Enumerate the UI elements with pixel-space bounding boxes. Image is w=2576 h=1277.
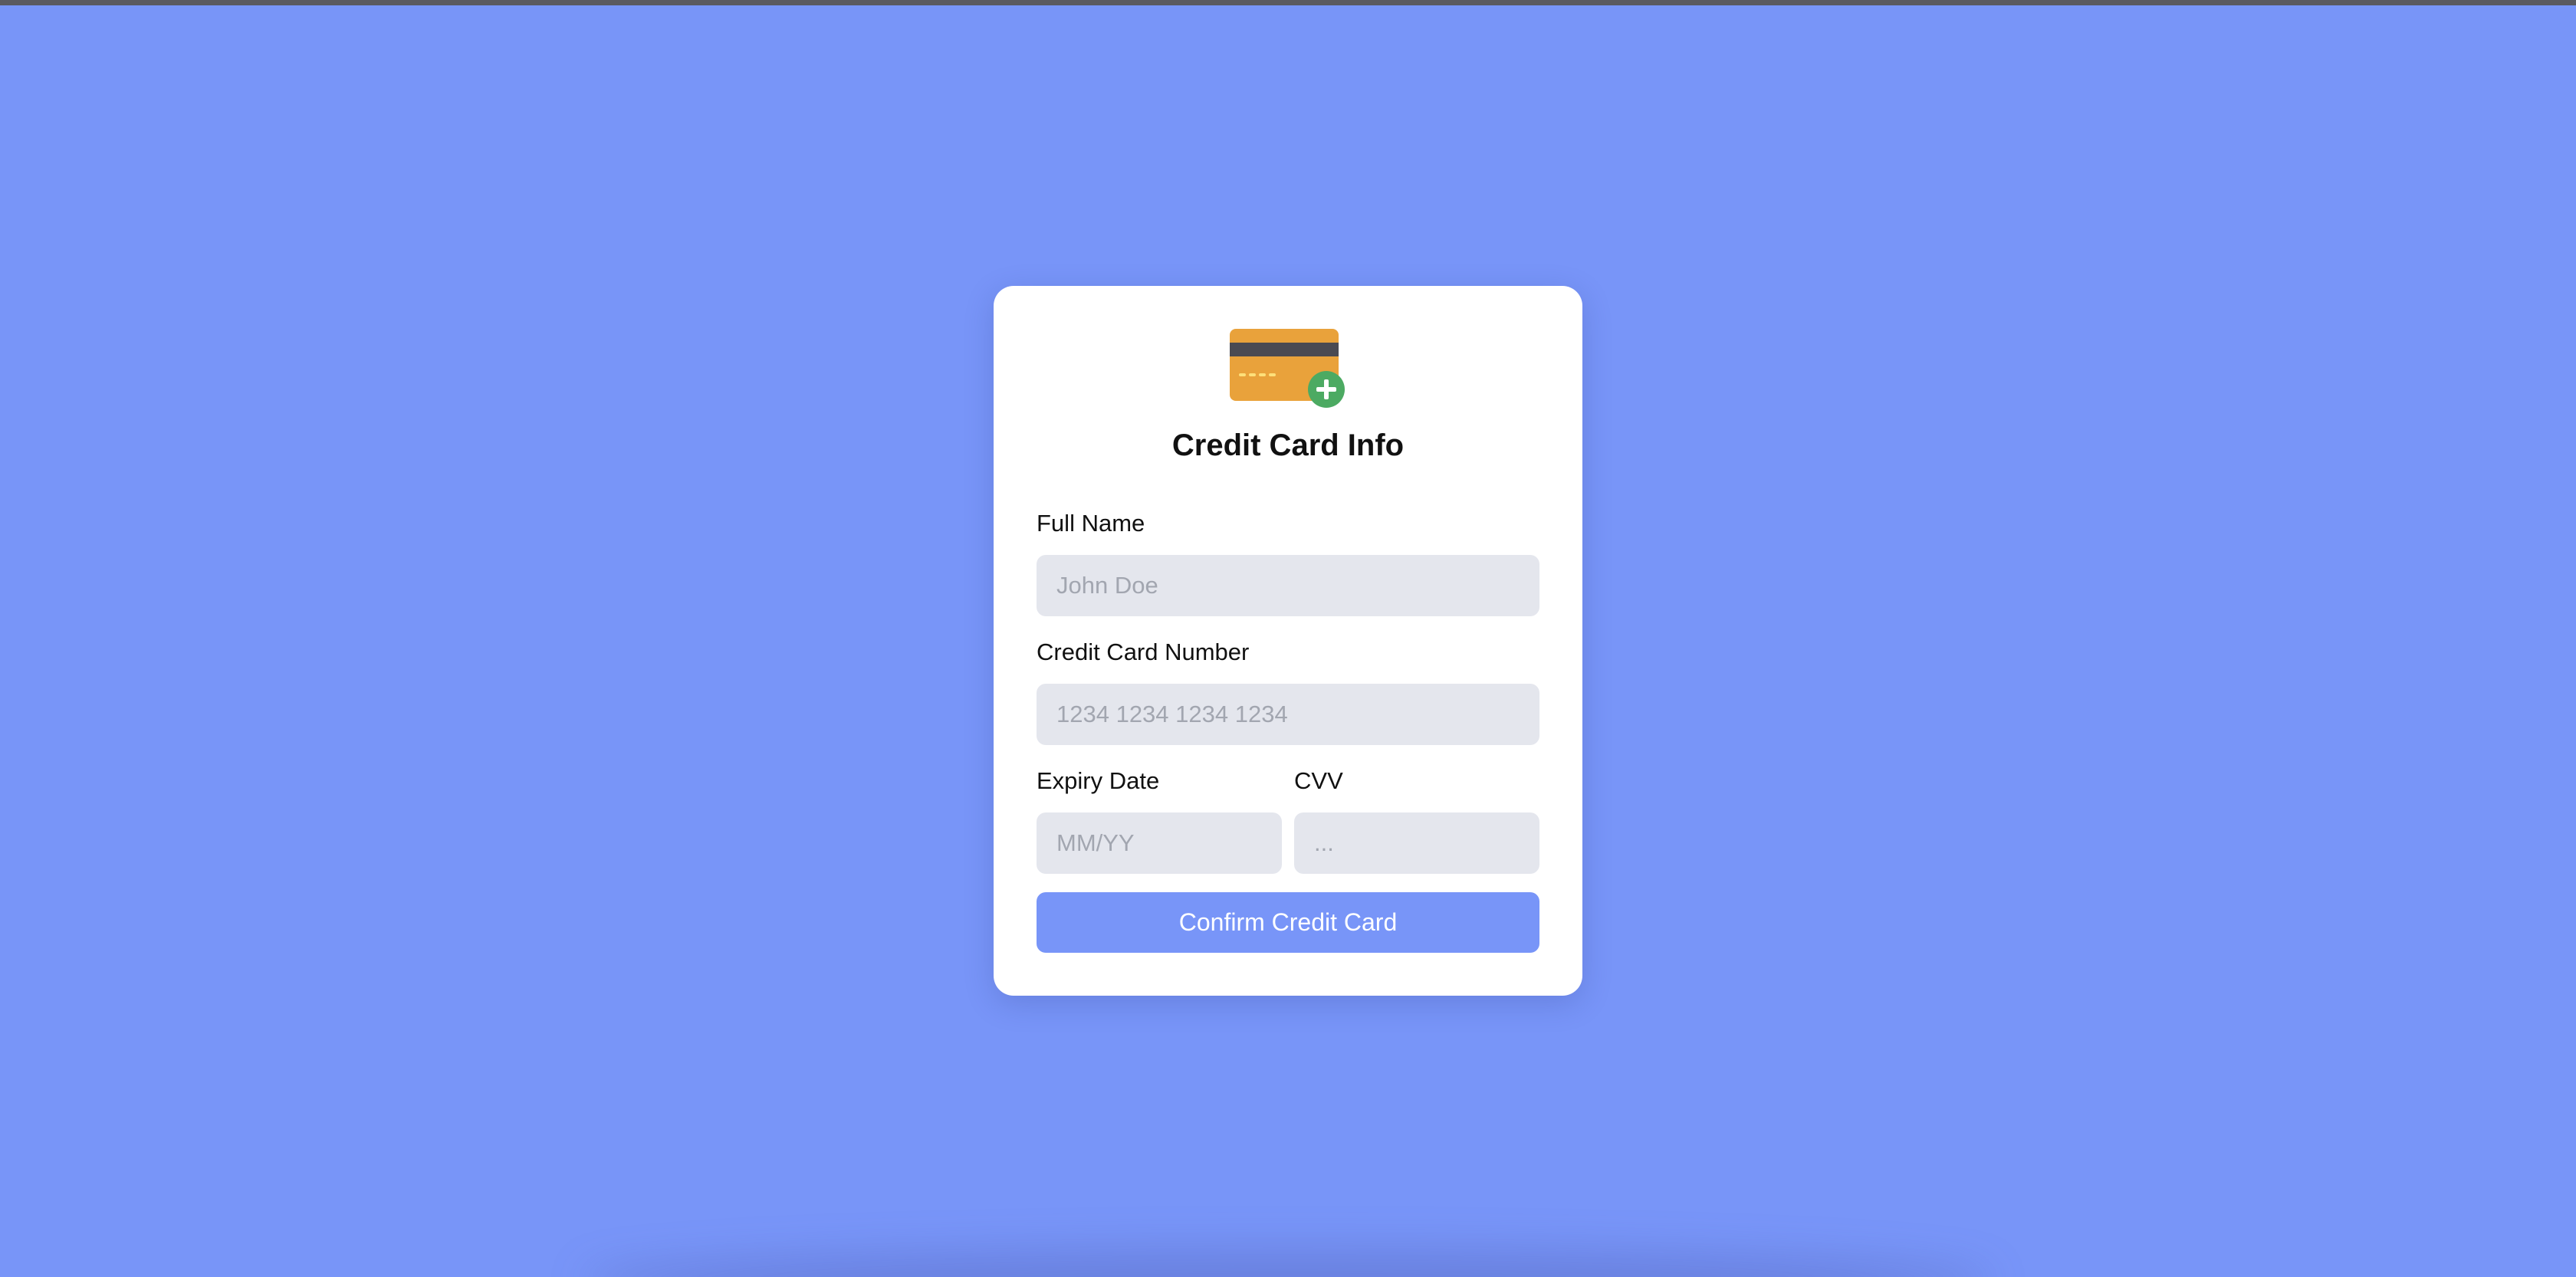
top-border [0,0,2576,5]
cvv-label: CVV [1294,767,1343,794]
card-number-input[interactable] [1037,684,1539,745]
confirm-credit-card-button[interactable]: Confirm Credit Card [1037,892,1539,953]
page-title: Credit Card Info [1171,428,1405,462]
credit-card-add-icon [1230,329,1345,408]
full-name-input[interactable] [1037,555,1539,616]
expiry-date-label: Expiry Date [1037,767,1160,794]
full-name-label: Full Name [1037,510,1145,537]
credit-card-form-card: Credit Card Info Full Name Credit Card N… [994,286,1582,996]
bottom-shadow [583,1249,1993,1277]
expiry-date-input[interactable] [1037,812,1282,874]
cvv-input[interactable] [1294,812,1539,874]
card-number-label: Credit Card Number [1037,638,1250,665]
